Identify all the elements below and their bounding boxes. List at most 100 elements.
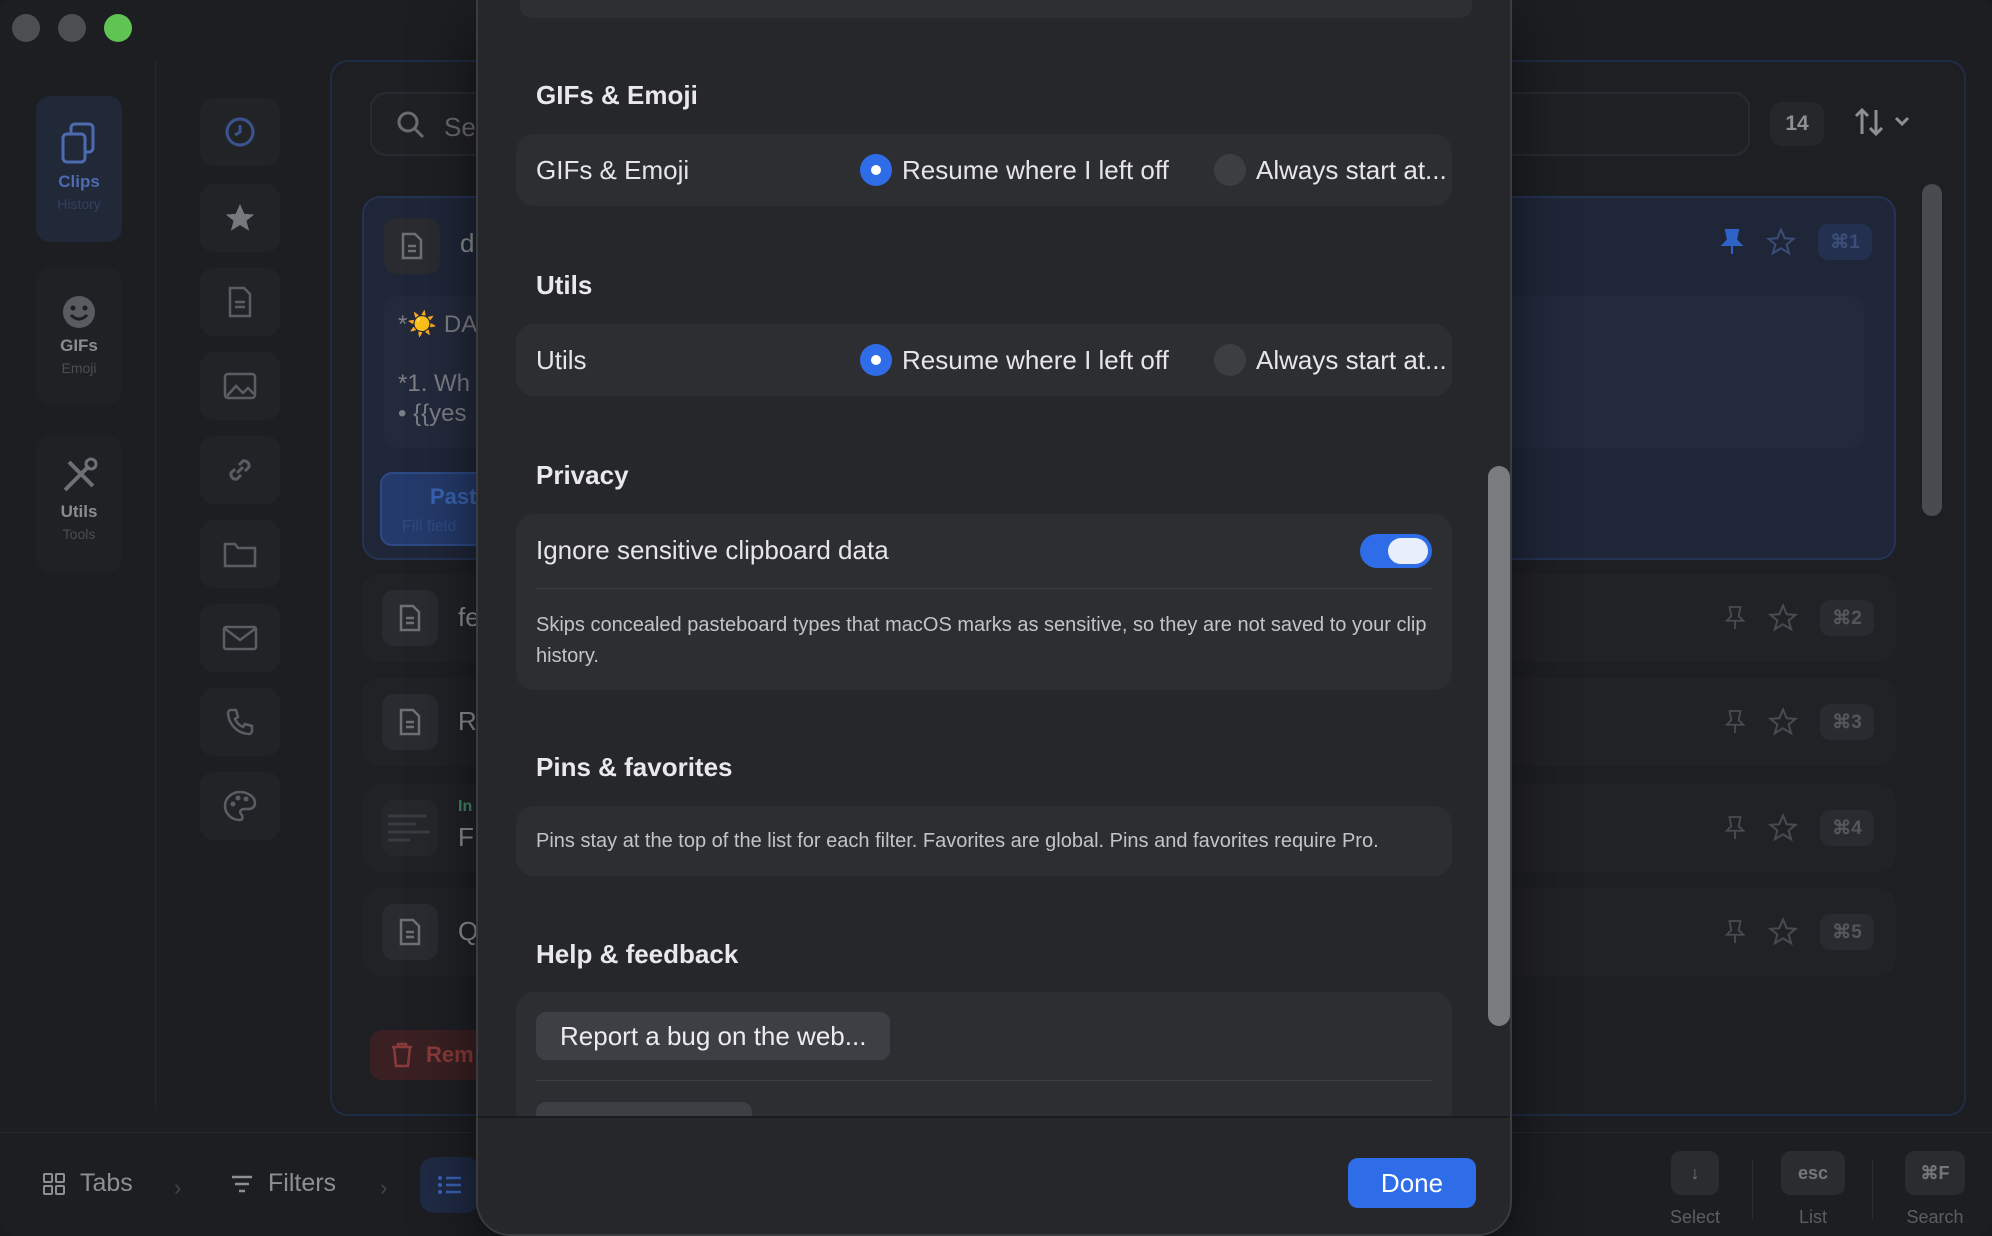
hint-search: ⌘F Search bbox=[1880, 1151, 1990, 1228]
settings-scroll-area[interactable]: GIFs & Emoji GIFs & Emoji Resume where I… bbox=[478, 0, 1510, 1116]
paste-label: Past bbox=[430, 484, 477, 509]
star-outline-icon[interactable] bbox=[1768, 813, 1798, 843]
filter-favorites-button[interactable] bbox=[200, 184, 280, 252]
clip-title: F bbox=[458, 822, 474, 852]
star-outline-icon[interactable] bbox=[1766, 227, 1796, 257]
hint-label: Select bbox=[1669, 1207, 1721, 1227]
filter-lines-icon bbox=[232, 1175, 252, 1192]
utils-resume-radio[interactable] bbox=[860, 344, 892, 376]
phone-icon bbox=[226, 708, 254, 736]
tools-icon bbox=[63, 457, 98, 492]
hint-select: ↓ Select bbox=[1640, 1151, 1750, 1228]
clip-actions: ⌘2 bbox=[1724, 600, 1874, 636]
smiley-icon bbox=[63, 296, 95, 328]
paste-sublabel: Fill field bbox=[402, 518, 457, 535]
window-zoom-button[interactable] bbox=[104, 14, 132, 42]
search-placeholder: Se bbox=[444, 112, 476, 142]
sheet-top-edge bbox=[520, 0, 1472, 18]
bottom-list-button[interactable] bbox=[420, 1157, 480, 1213]
pin-outline-icon[interactable] bbox=[1724, 919, 1746, 945]
star-outline-icon[interactable] bbox=[1768, 917, 1798, 947]
sort-arrows-icon bbox=[1854, 107, 1910, 137]
utils-start-group: Utils Resume where I left off Always sta… bbox=[516, 324, 1452, 396]
help-secondary-button[interactable] bbox=[536, 1102, 752, 1116]
hint-divider bbox=[1872, 1159, 1873, 1219]
report-bug-button[interactable]: Report a bug on the web... bbox=[536, 1012, 891, 1060]
clip-count-badge: 14 bbox=[1770, 102, 1824, 146]
shortcut-badge: ⌘3 bbox=[1820, 704, 1874, 740]
utils-always-start-label[interactable]: Always start at... bbox=[1256, 345, 1447, 376]
privacy-note: Skips concealed pasteboard types that ma… bbox=[536, 614, 1427, 667]
hint-key: ⌘F bbox=[1905, 1151, 1965, 1195]
filter-files-button[interactable] bbox=[200, 520, 280, 588]
shortcut-badge: ⌘1 bbox=[1818, 224, 1872, 260]
star-outline-icon[interactable] bbox=[1768, 707, 1798, 737]
hint-list: esc List bbox=[1758, 1151, 1868, 1228]
utils-always-start-radio[interactable] bbox=[1214, 344, 1246, 376]
hint-key: ↓ bbox=[1671, 1151, 1719, 1195]
rail-item-clips[interactable]: Clips History bbox=[36, 96, 122, 242]
rail-sublabel: History bbox=[57, 196, 101, 212]
rail-label: Clips bbox=[58, 172, 100, 191]
filter-email-button[interactable] bbox=[200, 604, 280, 672]
rail-label: Utils bbox=[60, 502, 98, 521]
clip-list-scrollbar[interactable] bbox=[1922, 184, 1942, 516]
filter-links-button[interactable] bbox=[200, 436, 280, 504]
pin-outline-icon[interactable] bbox=[1724, 709, 1746, 735]
privacy-group: Ignore sensitive clipboard data Skips co… bbox=[516, 514, 1452, 690]
star-icon bbox=[225, 203, 255, 231]
preview-line: *1. Wh bbox=[398, 370, 471, 397]
grid-icon bbox=[43, 1172, 65, 1195]
star-outline-icon[interactable] bbox=[1768, 603, 1798, 633]
pin-outline-icon[interactable] bbox=[1724, 605, 1746, 631]
document-icon bbox=[384, 218, 440, 274]
pins-group: Pins stay at the top of the list for eac… bbox=[516, 806, 1452, 876]
group-divider bbox=[536, 588, 1432, 589]
section-title-gifs: GIFs & Emoji bbox=[536, 80, 698, 110]
filter-text-button[interactable] bbox=[200, 268, 280, 336]
clip-actions: ⌘5 bbox=[1724, 914, 1874, 950]
hint-label: Search bbox=[1906, 1207, 1964, 1227]
bottom-filters-button[interactable]: Filters bbox=[230, 1169, 336, 1198]
clip-actions: ⌘4 bbox=[1724, 810, 1874, 846]
filter-history-button[interactable] bbox=[200, 98, 280, 166]
filter-colors-button[interactable] bbox=[200, 772, 280, 840]
preview-line: *☀️ DA bbox=[398, 311, 478, 338]
palette-icon bbox=[223, 790, 257, 822]
bottom-filters-label: Filters bbox=[268, 1169, 337, 1197]
pin-icon[interactable] bbox=[1720, 228, 1744, 256]
rail-item-gifs[interactable]: GIFs Emoji bbox=[36, 268, 122, 404]
filter-images-button[interactable] bbox=[200, 352, 280, 420]
section-title-utils: Utils bbox=[536, 270, 593, 300]
pins-note: Pins stay at the top of the list for eac… bbox=[536, 830, 1379, 852]
rail-label: GIFs bbox=[60, 336, 98, 355]
gifs-always-start-radio[interactable] bbox=[1214, 154, 1246, 186]
rail-divider bbox=[155, 60, 156, 1110]
pin-outline-icon[interactable] bbox=[1724, 815, 1746, 841]
done-button[interactable]: Done bbox=[1348, 1158, 1476, 1208]
clip-type-tag: In bbox=[458, 798, 473, 815]
filter-phone-button[interactable] bbox=[200, 688, 280, 756]
group-divider bbox=[536, 1080, 1432, 1081]
section-title-help: Help & feedback bbox=[536, 939, 739, 969]
sort-button[interactable] bbox=[1852, 104, 1912, 144]
rail-item-utils[interactable]: Utils Tools bbox=[36, 436, 122, 572]
window-minimize-button[interactable] bbox=[58, 14, 86, 42]
gifs-resume-radio[interactable] bbox=[860, 154, 892, 186]
bottom-tabs-button[interactable]: Tabs bbox=[42, 1169, 133, 1198]
clock-icon bbox=[225, 117, 255, 147]
gifs-start-group: GIFs & Emoji Resume where I left off Alw… bbox=[516, 134, 1452, 206]
gifs-always-start-label[interactable]: Always start at... bbox=[1256, 155, 1447, 186]
gifs-resume-label[interactable]: Resume where I left off bbox=[902, 155, 1169, 186]
hint-key: esc bbox=[1781, 1151, 1845, 1195]
section-title-privacy: Privacy bbox=[536, 460, 629, 490]
window-close-button[interactable] bbox=[12, 14, 40, 42]
settings-scrollbar[interactable] bbox=[1488, 466, 1510, 1026]
utils-resume-label[interactable]: Resume where I left off bbox=[902, 345, 1169, 376]
ignore-sensitive-toggle[interactable] bbox=[1360, 534, 1432, 568]
envelope-icon bbox=[222, 625, 258, 651]
hint-divider bbox=[1752, 1159, 1753, 1219]
shortcut-badge: ⌘2 bbox=[1820, 600, 1874, 636]
rail-sublabel: Tools bbox=[62, 526, 96, 542]
document-icon bbox=[382, 694, 438, 750]
